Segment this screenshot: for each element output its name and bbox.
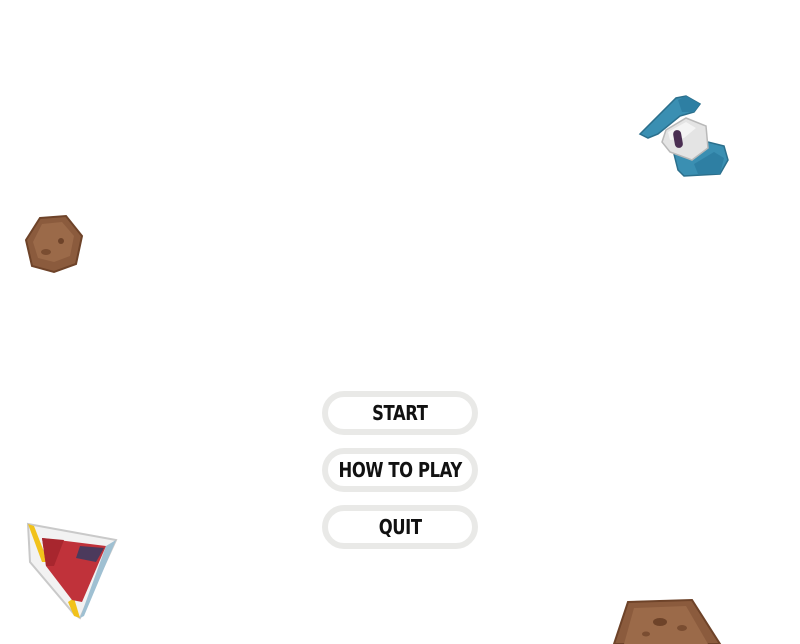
quit-button-label: QUIT <box>378 515 422 539</box>
start-button[interactable]: START <box>322 391 478 435</box>
enemy-ship-icon <box>638 95 729 177</box>
how-to-play-button[interactable]: HOW TO PLAY <box>322 448 478 492</box>
player-ship-icon <box>26 522 118 620</box>
start-button-label: START <box>372 401 428 425</box>
asteroid-small-icon <box>24 214 84 274</box>
how-to-play-button-label: HOW TO PLAY <box>338 458 462 482</box>
game-stage: START HOW TO PLAY QUIT <box>0 0 800 644</box>
main-menu: START HOW TO PLAY QUIT <box>322 391 478 562</box>
asteroid-large-icon <box>612 598 722 644</box>
quit-button[interactable]: QUIT <box>322 505 478 549</box>
